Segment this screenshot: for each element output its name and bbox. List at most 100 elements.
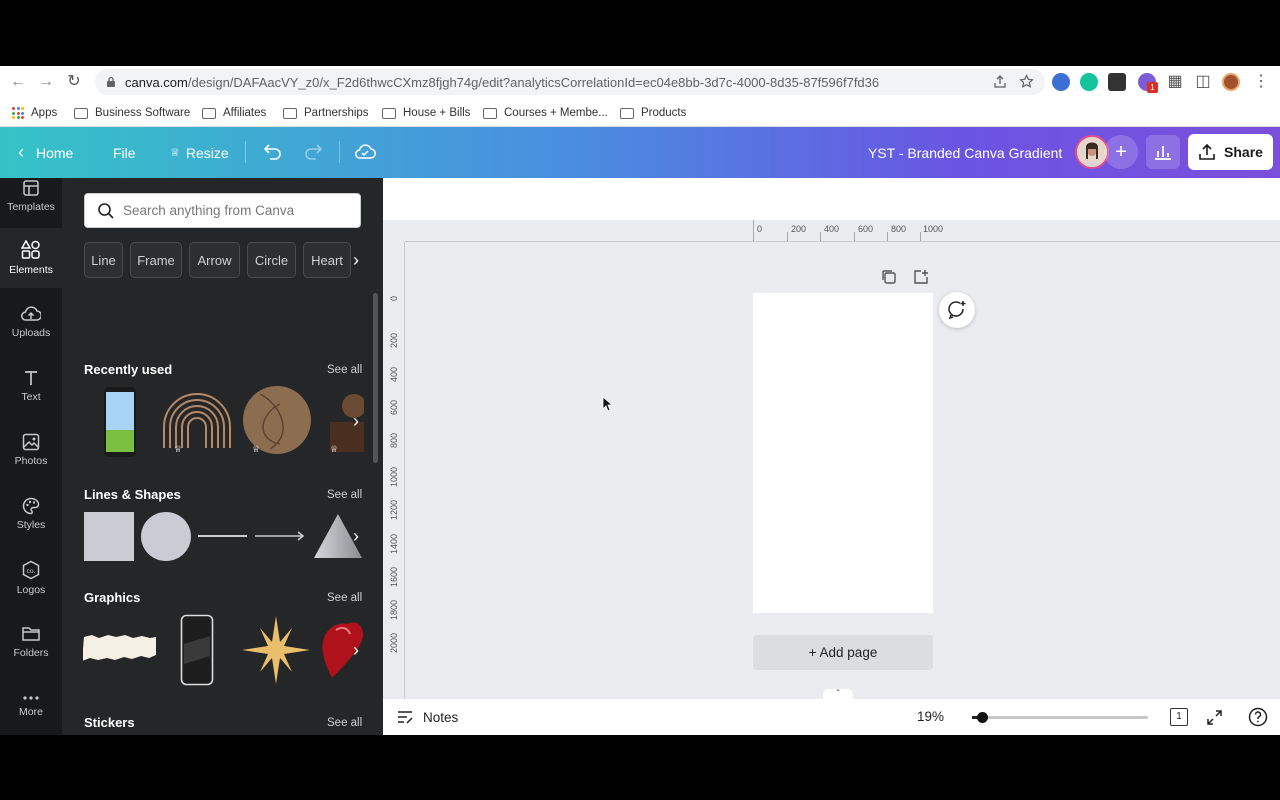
puzzle-icon[interactable]: ▦ (1166, 73, 1184, 91)
torn-paper-thumbnail[interactable] (83, 632, 157, 662)
bookmark-folder[interactable]: Affiliates (202, 104, 266, 122)
zoom-slider[interactable] (972, 712, 1148, 723)
extension-icon[interactable]: 1 (1138, 73, 1158, 93)
rail-item-elements[interactable]: Elements (0, 228, 62, 288)
panel-scrollbar[interactable] (373, 293, 378, 463)
bookmark-star-icon[interactable] (1019, 74, 1034, 89)
sidepanel-icon[interactable]: ◫ (1194, 73, 1212, 91)
bookmarks-bar: Apps Business Software Affiliates Partne… (0, 98, 1280, 127)
rail-item-styles[interactable]: Styles (0, 484, 62, 544)
share-page-icon[interactable] (993, 75, 1007, 89)
canva-header: ‹ Home File ♕ Resize YST - Branded Canva G… (0, 127, 1280, 178)
fullscreen-icon[interactable] (1206, 709, 1223, 726)
add-page-icon[interactable] (912, 268, 930, 286)
extension-icon[interactable] (1052, 73, 1070, 91)
comment-button[interactable] (939, 292, 975, 328)
photos-icon (22, 433, 40, 451)
cloud-saved-icon[interactable] (354, 142, 376, 162)
profile-avatar[interactable] (1222, 73, 1240, 91)
grammarly-icon[interactable] (1080, 73, 1098, 91)
chip-scroll-right-icon[interactable]: › (349, 247, 363, 273)
rail-item-more[interactable]: More (0, 676, 62, 735)
chip-heart[interactable]: Heart (303, 242, 351, 278)
resize-button[interactable]: ♕ Resize (170, 127, 229, 178)
rail-item-text[interactable]: Text (0, 356, 62, 416)
undo-icon[interactable] (262, 143, 282, 161)
recent-scroll-right-icon[interactable]: › (349, 408, 363, 434)
file-menu[interactable]: File (113, 127, 136, 178)
templates-icon (23, 180, 39, 196)
see-all-link[interactable]: See all (327, 489, 362, 501)
bookmark-folder[interactable]: Business Software (74, 104, 190, 122)
chip-circle[interactable]: Circle (247, 242, 296, 278)
shapes-scroll-right-icon[interactable]: › (349, 523, 363, 549)
folders-icon (22, 627, 40, 641)
extension-badge: 1 (1147, 82, 1158, 93)
editor-toolbar (383, 178, 1280, 220)
add-page-button[interactable]: + Add page (753, 635, 933, 670)
chip-frame[interactable]: Frame (130, 242, 182, 278)
graphics-scroll-right-icon[interactable]: › (349, 637, 363, 663)
redo-icon[interactable] (304, 143, 324, 161)
square-shape-thumbnail[interactable] (84, 512, 134, 561)
design-page[interactable] (753, 293, 933, 613)
rail-item-logos[interactable]: co. Logos (0, 548, 62, 608)
section-title: Recently used (84, 362, 173, 377)
sparkle-star-thumbnail[interactable] (240, 614, 312, 686)
duplicate-page-icon[interactable] (880, 268, 898, 286)
rainbow-arch-thumbnail[interactable] (160, 390, 234, 450)
chip-line[interactable]: Line (84, 242, 123, 278)
ruler-label: 600 (389, 399, 399, 415)
rail-item-uploads[interactable]: Uploads (0, 292, 62, 352)
bookmark-folder[interactable]: Products (620, 104, 686, 122)
circle-shape-thumbnail[interactable] (141, 512, 191, 561)
ruler-label: 200 (791, 224, 807, 234)
elements-icon (21, 240, 40, 259)
side-rail: Templates Elements Uploads Text Photos S… (0, 178, 62, 735)
folder-icon (483, 107, 497, 119)
rail-item-templates[interactable]: Templates (0, 166, 62, 226)
menu-kebab-icon[interactable]: ⋮ (1252, 73, 1270, 91)
bookmark-folder[interactable]: Partnerships (283, 104, 369, 122)
forward-icon[interactable]: → (37, 73, 55, 91)
ruler-label: 1200 (389, 499, 399, 520)
rail-item-photos[interactable]: Photos (0, 420, 62, 480)
editor-footer: ˆ Notes 19% 1 (383, 689, 1280, 735)
ruler-label: 200 (389, 332, 399, 348)
search-input[interactable] (123, 203, 353, 218)
section-title: Lines & Shapes (84, 487, 181, 502)
add-collaborator-button[interactable]: + (1104, 135, 1138, 169)
editor-area: 0 200 400 600 800 1000 0 200 400 600 800… (383, 178, 1280, 735)
line-thumbnail[interactable] (198, 535, 247, 537)
see-all-link[interactable]: See all (327, 364, 362, 376)
help-icon[interactable] (1248, 707, 1268, 727)
see-all-link[interactable]: See all (327, 717, 362, 729)
ruler-label: 800 (891, 224, 907, 234)
page-count-button[interactable]: 1 (1170, 708, 1188, 726)
bookmark-folder[interactable]: Courses + Membe... (483, 104, 608, 122)
extension-icon[interactable] (1108, 73, 1126, 91)
show-pages-icon[interactable]: ˆ (823, 689, 853, 701)
zoom-level[interactable]: 19% (917, 709, 944, 724)
rail-item-folders[interactable]: Folders (0, 612, 62, 672)
premium-crown-icon: ♕ (330, 444, 339, 454)
search-box[interactable] (84, 193, 361, 228)
back-icon[interactable]: ← (9, 73, 27, 91)
phone-frame-thumbnail[interactable] (180, 614, 214, 686)
arrow-line-thumbnail[interactable] (255, 530, 305, 542)
reload-icon[interactable]: ↻ (65, 73, 83, 91)
url-field[interactable]: canva.com/design/DAFAacVY_z0/x_F2d6thwcC… (95, 69, 1045, 95)
bookmark-folder[interactable]: House + Bills (382, 104, 470, 122)
chip-arrow[interactable]: Arrow (189, 242, 240, 278)
ruler-label: 1600 (389, 566, 399, 587)
notes-button[interactable]: Notes (397, 699, 458, 735)
insights-button[interactable] (1146, 135, 1180, 169)
phone-mockup-thumbnail[interactable] (103, 386, 137, 458)
ruler-label: 1800 (389, 599, 399, 620)
zoom-slider-knob[interactable] (977, 712, 988, 723)
divider (339, 141, 340, 163)
see-all-link[interactable]: See all (327, 592, 362, 604)
design-title[interactable]: YST - Branded Canva Gradient (868, 127, 1062, 178)
bookmark-apps[interactable]: Apps (12, 104, 57, 122)
share-button[interactable]: Share (1188, 134, 1273, 170)
